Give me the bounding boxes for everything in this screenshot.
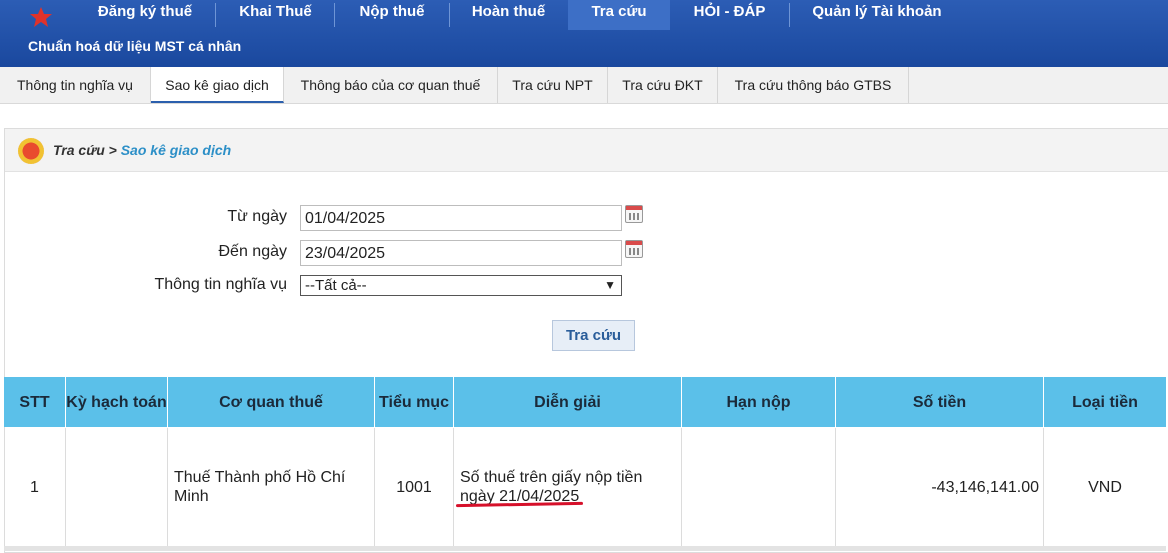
obligation-label: Thông tin nghĩa vụ xyxy=(154,276,287,293)
nav-item-account-management[interactable]: Quản lý Tài khoản xyxy=(792,0,962,30)
nav-item-pay-tax[interactable]: Nộp thuế xyxy=(336,0,448,30)
to-date-input[interactable]: 23/04/2025 xyxy=(300,240,622,266)
nav-subtitle[interactable]: Chuẩn hoá dữ liệu MST cá nhân xyxy=(28,38,241,54)
chevron-down-icon: ▼ xyxy=(604,278,616,292)
tab-lookup-gtbs-notices[interactable]: Tra cứu thông báo GTBS xyxy=(718,67,909,103)
cell-accounting-period xyxy=(66,428,168,546)
breadcrumb-current: Sao kê giao dịch xyxy=(120,142,232,158)
cell-tax-authority: Thuế Thành phố Hồ Chí Minh xyxy=(168,428,375,546)
calendar-icon[interactable] xyxy=(625,205,643,223)
column-header-due-date: Hạn nộp xyxy=(682,377,836,427)
nav-item-register-tax[interactable]: Đăng ký thuế xyxy=(80,0,210,30)
cell-due-date xyxy=(682,428,836,546)
tab-transaction-statement[interactable]: Sao kê giao dịch xyxy=(151,67,284,103)
cell-stt: 1 xyxy=(4,428,66,546)
cell-description: Số thuế trên giấy nộp tiền ngày 21/04/20… xyxy=(454,428,682,546)
column-header-currency: Loại tiền xyxy=(1044,377,1166,427)
column-header-stt: STT xyxy=(4,377,66,427)
breadcrumb: Tra cứu > Sao kê giao dịch xyxy=(5,129,1168,172)
nav-item-lookup[interactable]: Tra cứu xyxy=(568,0,670,30)
nav-item-refund-tax[interactable]: Hoàn thuế xyxy=(450,0,567,30)
column-header-tax-authority: Cơ quan thuế xyxy=(168,377,375,427)
tab-bar: Thông tin nghĩa vụ Sao kê giao dịch Thôn… xyxy=(0,67,1168,104)
column-header-amount: Số tiền xyxy=(836,377,1044,427)
from-date-label: Từ ngày xyxy=(227,208,287,225)
column-header-sub-item: Tiểu mục xyxy=(375,377,454,427)
tab-lookup-npt[interactable]: Tra cứu NPT xyxy=(498,67,608,103)
table-footer-bar xyxy=(4,546,1166,551)
emblem-icon xyxy=(30,7,52,27)
calendar-icon[interactable] xyxy=(625,240,643,258)
tab-obligation-info[interactable]: Thông tin nghĩa vụ xyxy=(0,67,151,103)
nav-separator xyxy=(789,3,790,27)
top-navigation: Đăng ký thuế Khai Thuế Nộp thuế Hoàn thu… xyxy=(0,0,1168,67)
obligation-select-value: --Tất cả-- xyxy=(305,277,367,294)
nav-item-declare-tax[interactable]: Khai Thuế xyxy=(218,0,333,30)
from-date-input[interactable]: 01/04/2025 xyxy=(300,205,622,231)
lookup-submit-button[interactable]: Tra cứu xyxy=(552,320,635,351)
breadcrumb-text: Tra cứu > Sao kê giao dịch xyxy=(53,142,231,158)
tax-emblem-icon xyxy=(18,138,44,164)
breadcrumb-root[interactable]: Tra cứu > xyxy=(53,142,117,158)
nav-item-faq[interactable]: HỎI - ĐÁP xyxy=(671,0,788,30)
nav-separator xyxy=(334,3,335,27)
to-date-label: Đến ngày xyxy=(218,243,288,260)
column-header-accounting-period: Kỳ hạch toán xyxy=(66,377,168,427)
cell-amount: -43,146,141.00 xyxy=(836,428,1044,546)
cell-sub-item: 1001 xyxy=(375,428,454,546)
column-header-description: Diễn giải xyxy=(454,377,682,427)
tab-lookup-dkt[interactable]: Tra cứu ĐKT xyxy=(608,67,718,103)
tab-tax-authority-notices[interactable]: Thông báo của cơ quan thuế xyxy=(284,67,498,103)
cell-currency: VND xyxy=(1088,478,1122,496)
nav-separator xyxy=(215,3,216,27)
obligation-select[interactable]: --Tất cả-- ▼ xyxy=(300,275,622,296)
